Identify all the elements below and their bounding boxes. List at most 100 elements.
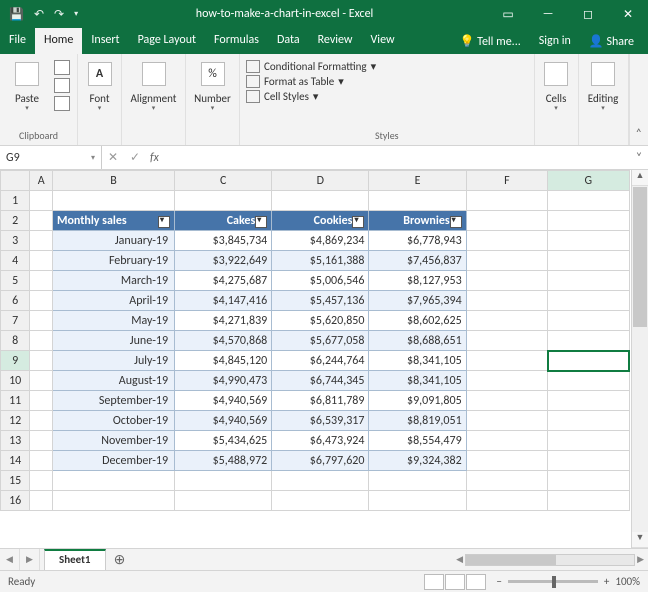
sheet-tab[interactable]: Sheet1	[44, 549, 106, 570]
data-cell[interactable]: January-19	[52, 231, 174, 251]
empty-cell[interactable]	[30, 191, 53, 211]
cell-G12[interactable]	[548, 411, 629, 431]
zoom-in-icon[interactable]: +	[604, 575, 609, 588]
col-header-G[interactable]: G	[548, 171, 629, 191]
normal-view-icon[interactable]	[424, 574, 444, 590]
data-cell[interactable]: May-19	[52, 311, 174, 331]
data-cell[interactable]: October-19	[52, 411, 174, 431]
scroll-up-icon[interactable]: ▲	[632, 170, 648, 186]
tab-file[interactable]: File	[0, 28, 35, 54]
cell-G6[interactable]	[548, 291, 629, 311]
format-as-table-button[interactable]: Format as Table ▾	[246, 75, 376, 88]
empty-cell[interactable]	[272, 491, 369, 511]
data-cell[interactable]: $5,620,850	[272, 311, 369, 331]
empty-cell[interactable]	[466, 491, 547, 511]
empty-cell[interactable]	[548, 471, 629, 491]
data-cell[interactable]: June-19	[52, 331, 174, 351]
empty-cell[interactable]	[369, 191, 466, 211]
next-sheet-icon[interactable]: ▶	[20, 549, 40, 570]
data-cell[interactable]: August-19	[52, 371, 174, 391]
empty-cell[interactable]	[466, 191, 547, 211]
data-cell[interactable]: $4,271,839	[175, 311, 272, 331]
data-cell[interactable]: April-19	[52, 291, 174, 311]
cell-G14[interactable]	[548, 451, 629, 471]
data-cell[interactable]: $6,244,764	[272, 351, 369, 371]
conditional-formatting-button[interactable]: Conditional Formatting ▾	[246, 60, 376, 73]
row-header-11[interactable]: 11	[1, 391, 30, 411]
tab-page-layout[interactable]: Page Layout	[129, 28, 205, 54]
row-header-13[interactable]: 13	[1, 431, 30, 451]
data-cell[interactable]: $8,127,953	[369, 271, 466, 291]
scroll-thumb[interactable]	[633, 187, 647, 327]
cell-G13[interactable]	[548, 431, 629, 451]
data-cell[interactable]: $4,990,473	[175, 371, 272, 391]
zoom-level[interactable]: 100%	[615, 575, 640, 588]
data-cell[interactable]: $6,778,943	[369, 231, 466, 251]
data-cell[interactable]: $3,845,734	[175, 231, 272, 251]
col-header-B[interactable]: B	[52, 171, 174, 191]
data-cell[interactable]: $8,341,105	[369, 351, 466, 371]
data-cell[interactable]: $5,488,972	[175, 451, 272, 471]
copy-icon[interactable]	[54, 78, 70, 93]
data-cell[interactable]: $4,869,234	[272, 231, 369, 251]
empty-cell[interactable]	[369, 471, 466, 491]
data-cell[interactable]: March-19	[52, 271, 174, 291]
name-box[interactable]: G9▾	[0, 146, 102, 169]
table-header-cakes[interactable]: Cakes	[175, 211, 272, 231]
zoom-out-icon[interactable]: −	[496, 575, 501, 588]
cell-G7[interactable]	[548, 311, 629, 331]
cut-icon[interactable]	[54, 60, 70, 75]
empty-cell[interactable]	[30, 471, 53, 491]
filter-icon[interactable]	[255, 216, 267, 228]
empty-cell[interactable]	[548, 491, 629, 511]
row-header-5[interactable]: 5	[1, 271, 30, 291]
col-header-C[interactable]: C	[175, 171, 272, 191]
data-cell[interactable]: $4,940,569	[175, 411, 272, 431]
row-header-15[interactable]: 15	[1, 471, 30, 491]
filter-icon[interactable]	[450, 216, 462, 228]
col-header-F[interactable]: F	[466, 171, 547, 191]
data-cell[interactable]: $6,473,924	[272, 431, 369, 451]
row-header-14[interactable]: 14	[1, 451, 30, 471]
empty-cell[interactable]	[175, 471, 272, 491]
row-header-4[interactable]: 4	[1, 251, 30, 271]
data-cell[interactable]: $8,688,651	[369, 331, 466, 351]
row-header-8[interactable]: 8	[1, 331, 30, 351]
row-header-1[interactable]: 1	[1, 191, 30, 211]
data-cell[interactable]: $9,324,382	[369, 451, 466, 471]
data-cell[interactable]: $5,434,625	[175, 431, 272, 451]
table-header-brownies[interactable]: Brownies	[369, 211, 466, 231]
data-cell[interactable]: $5,677,058	[272, 331, 369, 351]
table-header-label[interactable]: Monthly sales	[52, 211, 174, 231]
collapse-ribbon-button[interactable]: ˄	[629, 54, 648, 145]
cell-G4[interactable]	[548, 251, 629, 271]
data-cell[interactable]: $3,922,649	[175, 251, 272, 271]
enter-formula-icon[interactable]: ✓	[124, 150, 146, 165]
cell-G5[interactable]	[548, 271, 629, 291]
data-cell[interactable]: February-19	[52, 251, 174, 271]
row-header-12[interactable]: 12	[1, 411, 30, 431]
empty-cell[interactable]	[52, 191, 174, 211]
data-cell[interactable]: $5,457,136	[272, 291, 369, 311]
page-layout-view-icon[interactable]	[445, 574, 465, 590]
horizontal-scrollbar[interactable]	[465, 554, 635, 566]
hscroll-right-icon[interactable]: ▶	[637, 554, 644, 565]
scroll-down-icon[interactable]: ▼	[632, 532, 648, 548]
save-icon[interactable]: 💾	[6, 5, 27, 24]
tab-home[interactable]: Home	[35, 28, 82, 54]
minimize-icon[interactable]: —	[528, 0, 568, 28]
empty-cell[interactable]	[272, 471, 369, 491]
empty-cell[interactable]	[466, 471, 547, 491]
filter-icon[interactable]	[158, 216, 170, 228]
tell-me[interactable]: 💡 Tell me...	[452, 29, 529, 54]
row-header-2[interactable]: 2	[1, 211, 30, 231]
empty-cell[interactable]	[272, 191, 369, 211]
paste-button[interactable]: Paste ▾	[6, 58, 48, 111]
data-cell[interactable]: November-19	[52, 431, 174, 451]
zoom-slider[interactable]	[508, 580, 598, 583]
page-break-view-icon[interactable]	[466, 574, 486, 590]
redo-icon[interactable]: ↷	[51, 5, 67, 24]
undo-icon[interactable]: ↶	[31, 5, 47, 24]
empty-cell[interactable]	[548, 191, 629, 211]
maximize-icon[interactable]: ◻	[568, 0, 608, 28]
